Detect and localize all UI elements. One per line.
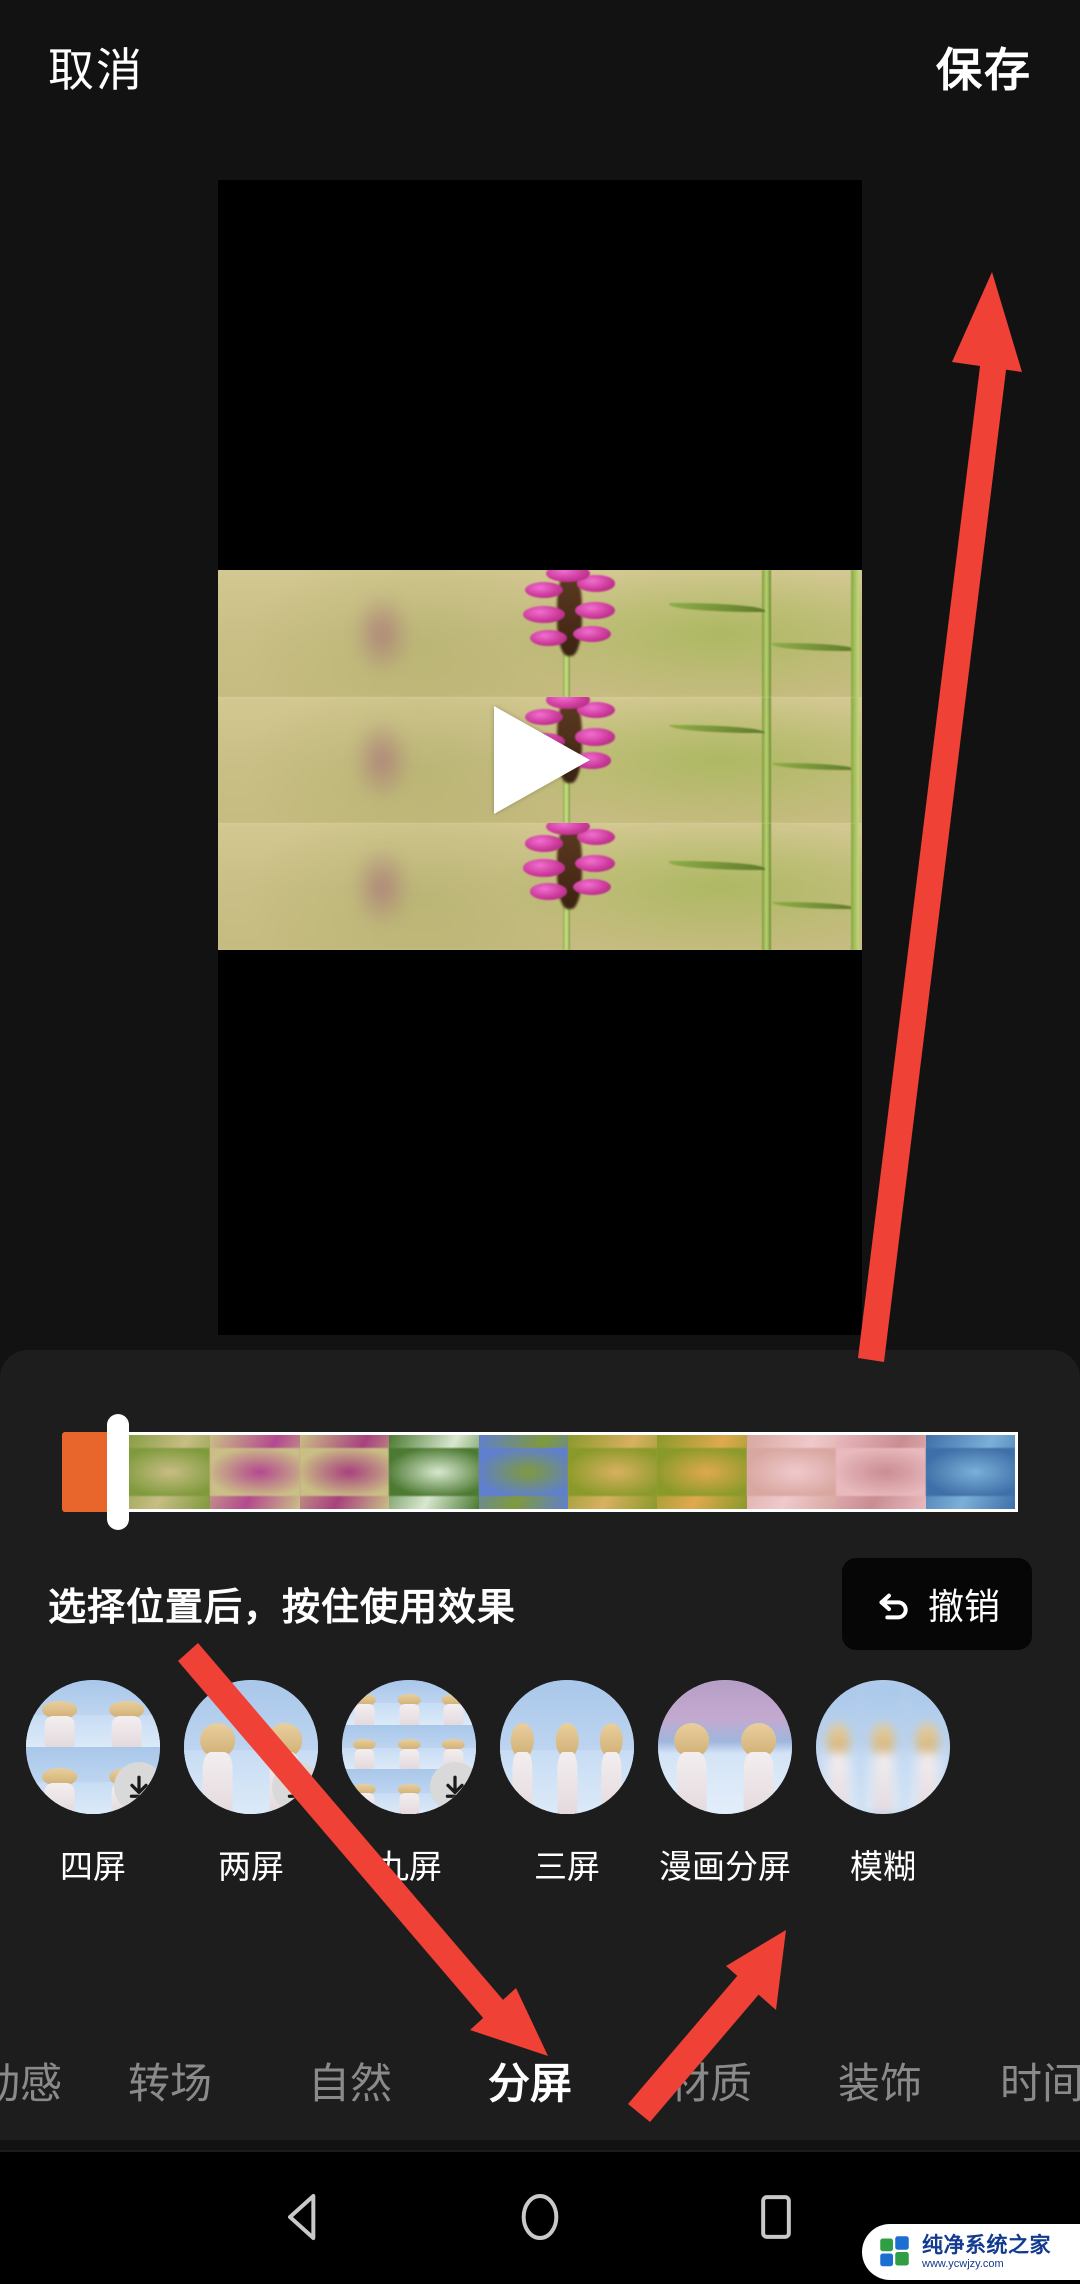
- hint-row: 选择位置后，按住使用效果 撤销: [0, 1550, 1080, 1660]
- effect-item-two-screen[interactable]: 两屏: [184, 1680, 318, 1888]
- back-triangle-icon[interactable]: [276, 2189, 332, 2245]
- play-triangle-icon: [494, 705, 590, 814]
- home-circle-icon[interactable]: [512, 2189, 568, 2245]
- timeline-frame: [836, 1435, 926, 1509]
- cancel-button[interactable]: 取消: [48, 47, 144, 93]
- android-navigation-bar: 纯净系统之家 www.ycwjzy.com: [0, 2150, 1080, 2284]
- watermark-logo-icon: [880, 2236, 909, 2267]
- split-pane: [218, 823, 862, 951]
- download-badge-icon[interactable]: [430, 1762, 476, 1812]
- undo-arrow-icon: [879, 1593, 908, 1620]
- recents-square-icon[interactable]: [748, 2189, 804, 2245]
- effect-label: 九屏: [376, 1848, 442, 1885]
- effect-label: 模糊: [850, 1848, 916, 1885]
- timeline-playhead[interactable]: [107, 1414, 129, 1530]
- tab-split-screen[interactable]: 分屏: [488, 2050, 572, 2111]
- effect-label: 漫画分屏: [659, 1848, 791, 1885]
- tab-time[interactable]: 时间: [1000, 2050, 1080, 2111]
- timeline-frame: [568, 1435, 658, 1509]
- effect-item-blur[interactable]: 模糊: [816, 1680, 950, 1888]
- timeline-filmstrip[interactable]: [118, 1432, 1018, 1512]
- top-action-bar: 取消 保存: [0, 0, 1080, 140]
- effect-thumbnail[interactable]: [500, 1680, 634, 1814]
- effect-label: 三屏: [534, 1848, 600, 1885]
- timeline-frame: [389, 1435, 479, 1509]
- undo-button[interactable]: 撤销: [842, 1558, 1032, 1650]
- timeline-frame: [478, 1435, 569, 1509]
- letterbox-top: [218, 180, 862, 570]
- category-tab-bar[interactable]: 动感 转场 自然 分屏 材质 装饰 时间: [0, 2000, 1080, 2150]
- effects-list[interactable]: 四屏 两屏 九屏 三屏 漫画分屏 模糊: [0, 1680, 1080, 1970]
- tab-decoration[interactable]: 装饰: [838, 2050, 922, 2111]
- effect-thumbnail[interactable]: [184, 1680, 318, 1814]
- effect-item-comic-split[interactable]: 漫画分屏: [658, 1680, 792, 1888]
- site-watermark: 纯净系统之家 www.ycwjzy.com: [862, 2224, 1080, 2280]
- tab-natural[interactable]: 自然: [308, 2050, 392, 2111]
- timeline-frame: [925, 1435, 1015, 1509]
- watermark-url: www.ycwjzy.com: [922, 2257, 1004, 2270]
- effect-thumbnail[interactable]: [658, 1680, 792, 1814]
- timeline-frame: [657, 1435, 747, 1509]
- effect-thumbnail[interactable]: [816, 1680, 950, 1814]
- effect-thumbnail[interactable]: [26, 1680, 160, 1814]
- effect-label: 四屏: [60, 1848, 126, 1885]
- timeline-frame: [210, 1435, 300, 1509]
- watermark-title: 纯净系统之家: [922, 2233, 1051, 2257]
- letterbox-bottom: [218, 950, 862, 1335]
- effect-thumbnail[interactable]: [342, 1680, 476, 1814]
- download-badge-icon[interactable]: [272, 1762, 318, 1812]
- undo-label: 撤销: [927, 1586, 1000, 1627]
- timeline-frame: [299, 1435, 390, 1509]
- effect-item-four-screen[interactable]: 四屏: [26, 1680, 160, 1888]
- timeline-frame: [121, 1435, 211, 1509]
- hint-text: 选择位置后，按住使用效果: [48, 1587, 517, 1629]
- download-badge-icon[interactable]: [114, 1762, 160, 1812]
- timeline[interactable]: [0, 1410, 1080, 1530]
- timeline-frame: [746, 1435, 837, 1509]
- video-canvas[interactable]: [218, 180, 862, 1335]
- effect-item-three-screen[interactable]: 三屏: [500, 1680, 634, 1888]
- tab-material[interactable]: 材质: [668, 2050, 752, 2111]
- effect-item-nine-screen[interactable]: 九屏: [342, 1680, 476, 1888]
- split-pane: [218, 570, 862, 697]
- tab-transition[interactable]: 转场: [128, 2050, 212, 2111]
- tab-dynamic[interactable]: 动感: [0, 2050, 62, 2111]
- video-preview-area: [0, 140, 1080, 1350]
- save-button[interactable]: 保存: [936, 47, 1032, 93]
- effect-label: 两屏: [218, 1848, 284, 1885]
